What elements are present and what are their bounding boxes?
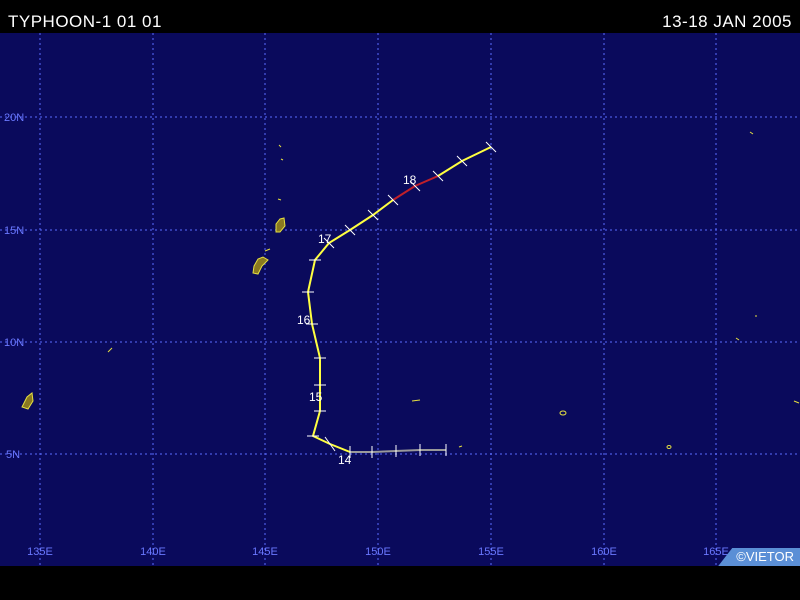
- islet-10: [749, 131, 754, 135]
- islet-3: [280, 158, 284, 161]
- palau-island: [252, 256, 269, 275]
- islet-7: [559, 410, 567, 416]
- islet-8: [666, 445, 672, 449]
- islet-5: [107, 347, 113, 353]
- track-map: 20N 15N 10N 5N 135E 140E 145E 150E 155E …: [0, 33, 800, 566]
- lon-label-150e: 150E: [365, 546, 391, 558]
- track-weak-segment: [350, 449, 446, 453]
- header-bar: TYPHOON-1 01 01 13-18 JAN 2005: [0, 0, 800, 33]
- storm-title: TYPHOON-1 01 01: [8, 12, 162, 31]
- lon-label-155e: 155E: [478, 546, 504, 558]
- map-canvas: 20N 15N 10N 5N 135E 140E 145E 150E 155E …: [0, 33, 800, 566]
- guam-island: [275, 217, 286, 233]
- date-range: 13-18 JAN 2005: [662, 12, 792, 31]
- islet-6: [411, 399, 421, 402]
- track-day-label-14: 14: [338, 453, 352, 467]
- lon-label-165e: 165E: [703, 546, 729, 558]
- islet-1: [264, 248, 271, 252]
- track-ticks: [302, 141, 497, 458]
- islet-2: [278, 144, 282, 148]
- lon-label-135e: 135E: [27, 546, 53, 558]
- lat-label-20n: 20N: [4, 112, 24, 124]
- track-day-label-17: 17: [318, 232, 332, 246]
- track-day-label-15: 15: [309, 390, 323, 404]
- lat-label-10n: 10N: [4, 337, 24, 349]
- track-day-label-18: 18: [403, 173, 417, 187]
- islet-4: [277, 198, 282, 201]
- track-day-label-16: 16: [297, 313, 311, 327]
- footer-bar: [0, 566, 800, 600]
- west-island: [21, 392, 34, 410]
- lon-label-140e: 140E: [140, 546, 166, 558]
- track-end-segment: [437, 146, 492, 177]
- credit-badge: ©VIETOR: [718, 548, 800, 566]
- islet-9: [458, 445, 463, 448]
- grid-lines: [0, 33, 800, 566]
- lat-label-5n: 5N: [6, 449, 20, 461]
- islet-11: [735, 337, 740, 341]
- lat-label-15n: 15N: [4, 225, 24, 237]
- islet-13: [793, 400, 800, 404]
- lon-label-145e: 145E: [252, 546, 278, 558]
- lon-label-160e: 160E: [591, 546, 617, 558]
